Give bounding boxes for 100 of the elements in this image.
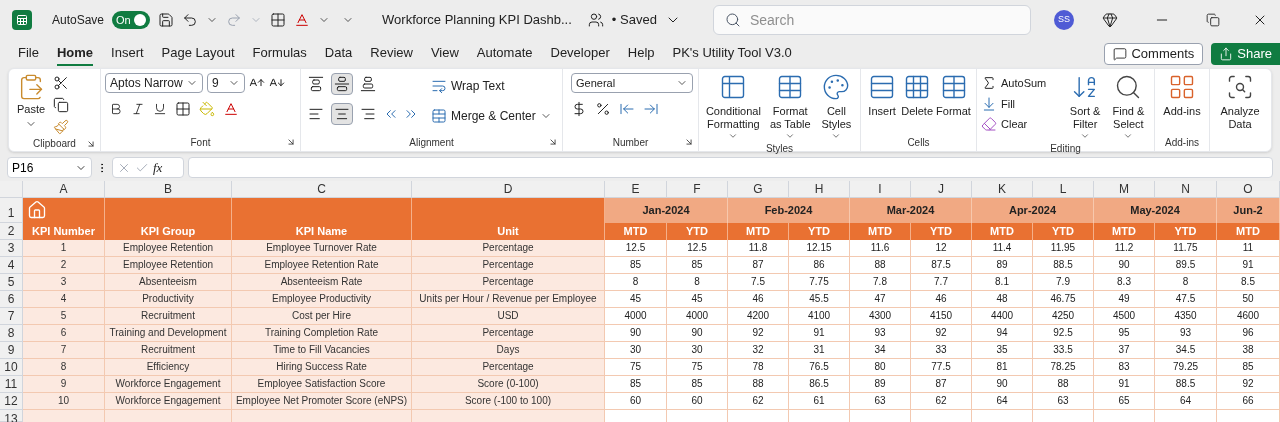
row-header[interactable]: 4 xyxy=(0,257,23,274)
dialog-launcher-icon[interactable] xyxy=(684,137,694,147)
formula-input[interactable] xyxy=(188,157,1273,178)
borders-icon[interactable] xyxy=(270,12,287,28)
column-header[interactable]: O xyxy=(1217,181,1280,198)
styles-button[interactable]: Format as Table xyxy=(763,73,817,141)
analyze-data-button[interactable]: Analyze Data xyxy=(1214,73,1266,133)
column-header[interactable]: I xyxy=(850,181,911,198)
table-cell: 4200 xyxy=(728,308,789,325)
column-header[interactable]: N xyxy=(1155,181,1217,198)
styles-button[interactable]: Conditional Formatting xyxy=(703,73,764,141)
column-header[interactable]: L xyxy=(1033,181,1094,198)
sort-filter-button[interactable]: Sort & Filter xyxy=(1063,73,1107,141)
currency-icon[interactable] xyxy=(571,101,587,117)
cells-button[interactable]: Delete xyxy=(899,73,935,133)
menu-tab[interactable]: Insert xyxy=(111,42,144,66)
app-logo-icon[interactable] xyxy=(12,10,32,30)
menu-tab[interactable]: Help xyxy=(627,42,655,66)
column-header[interactable]: M xyxy=(1094,181,1155,198)
column-header[interactable]: K xyxy=(972,181,1033,198)
column-header[interactable]: E xyxy=(605,181,667,198)
dialog-launcher-icon[interactable] xyxy=(86,139,96,149)
merge-center-button[interactable]: Merge & Center xyxy=(431,107,552,125)
dialog-launcher-icon[interactable] xyxy=(548,137,558,147)
comments-button[interactable]: Comments xyxy=(1104,43,1204,65)
home-icon[interactable] xyxy=(27,200,47,220)
column-header[interactable]: C xyxy=(232,181,412,198)
insert-function-button[interactable]: fx xyxy=(153,157,163,178)
menu-tab[interactable]: View xyxy=(430,42,459,66)
borders-icon[interactable] xyxy=(175,101,191,117)
menu-tab[interactable]: File xyxy=(18,42,39,66)
increase-decimal-icon[interactable] xyxy=(619,101,635,117)
menu-tab[interactable]: Automate xyxy=(476,42,533,66)
document-title[interactable]: Workforce Planning KPI Dashb... xyxy=(382,10,572,30)
align-button[interactable] xyxy=(331,103,353,125)
user-avatar[interactable]: SS xyxy=(1054,10,1074,30)
bold-icon[interactable] xyxy=(109,102,123,116)
table-cell: 85 xyxy=(605,257,667,274)
dialog-launcher-icon[interactable] xyxy=(286,137,296,147)
wrap-text-button[interactable]: Wrap Text xyxy=(431,77,552,95)
row-header[interactable]: 7 xyxy=(0,308,23,325)
column-header[interactable]: D xyxy=(412,181,605,198)
save-icon[interactable] xyxy=(158,12,175,28)
menu-tab[interactable]: Home xyxy=(56,42,94,66)
copy-icon[interactable] xyxy=(53,97,70,113)
row-header[interactable]: 6 xyxy=(0,291,23,308)
column-header[interactable]: F xyxy=(667,181,728,198)
cut-icon[interactable] xyxy=(53,75,70,91)
save-status[interactable]: • Saved xyxy=(611,10,657,30)
row-header[interactable]: 8 xyxy=(0,325,23,342)
column-header[interactable]: J xyxy=(911,181,972,198)
row-header[interactable]: 11 xyxy=(0,376,23,393)
undo-icon[interactable] xyxy=(182,12,199,28)
align-button[interactable] xyxy=(331,73,353,95)
row-header[interactable]: 3 xyxy=(0,240,23,257)
cells-button[interactable]: Insert xyxy=(865,73,900,133)
fill-button[interactable]: Fill xyxy=(981,95,1064,112)
add-ins-button[interactable]: Add-ins xyxy=(1159,73,1205,133)
column-header[interactable]: A xyxy=(23,181,105,198)
italic-icon[interactable] xyxy=(131,102,145,116)
table-cell: Training Completion Rate xyxy=(232,325,412,342)
row-header[interactable]: 2 xyxy=(0,223,23,240)
paste-button[interactable]: Paste xyxy=(13,73,50,135)
underline-icon[interactable] xyxy=(153,102,167,116)
autosum-button[interactable]: AutoSum xyxy=(981,75,1064,92)
autosave-toggle[interactable]: On xyxy=(112,11,151,29)
row-header[interactable]: 10 xyxy=(0,359,23,376)
menu-tab[interactable]: Formulas xyxy=(252,42,307,66)
column-header[interactable]: H xyxy=(789,181,850,198)
number-format-dropdown[interactable]: General xyxy=(571,73,693,93)
table-cell: 92 xyxy=(728,325,789,342)
share-button[interactable]: Share xyxy=(1211,43,1280,65)
font-color-icon[interactable] xyxy=(294,12,311,28)
percent-icon[interactable] xyxy=(595,101,611,117)
font-size-dropdown[interactable]: 9 xyxy=(207,73,245,93)
fill-color-icon[interactable] xyxy=(199,101,215,117)
search-field[interactable]: Search xyxy=(712,5,1031,35)
restore-icon[interactable] xyxy=(1206,13,1220,27)
clear-button[interactable]: Clear xyxy=(981,116,1064,133)
column-title: MTD xyxy=(850,223,911,240)
font-color-icon[interactable] xyxy=(223,101,239,117)
cells-button[interactable]: Format xyxy=(935,73,972,133)
row-header[interactable]: 12 xyxy=(0,393,23,410)
column-header[interactable]: G xyxy=(728,181,789,198)
row-header[interactable]: 1 xyxy=(0,198,23,223)
row-header[interactable]: 5 xyxy=(0,274,23,291)
font-name-dropdown[interactable]: Aptos Narrow xyxy=(105,73,203,93)
menu-tab[interactable]: PK's Utility Tool V3.0 xyxy=(672,42,792,66)
decrease-decimal-icon[interactable] xyxy=(643,101,659,117)
column-header[interactable]: B xyxy=(105,181,232,198)
menu-tab[interactable]: Developer xyxy=(550,42,610,66)
row-header[interactable]: 9 xyxy=(0,342,23,359)
format-painter-icon[interactable] xyxy=(53,119,70,135)
name-box[interactable]: P16 xyxy=(7,157,92,178)
menu-tab[interactable]: Page Layout xyxy=(161,42,235,66)
find-select-button[interactable]: Find & Select xyxy=(1106,73,1150,141)
styles-button[interactable]: Cell Styles xyxy=(816,73,856,141)
menu-tab[interactable]: Review xyxy=(370,42,413,66)
menu-tab[interactable]: Data xyxy=(324,42,353,66)
premium-icon[interactable] xyxy=(1102,12,1118,28)
